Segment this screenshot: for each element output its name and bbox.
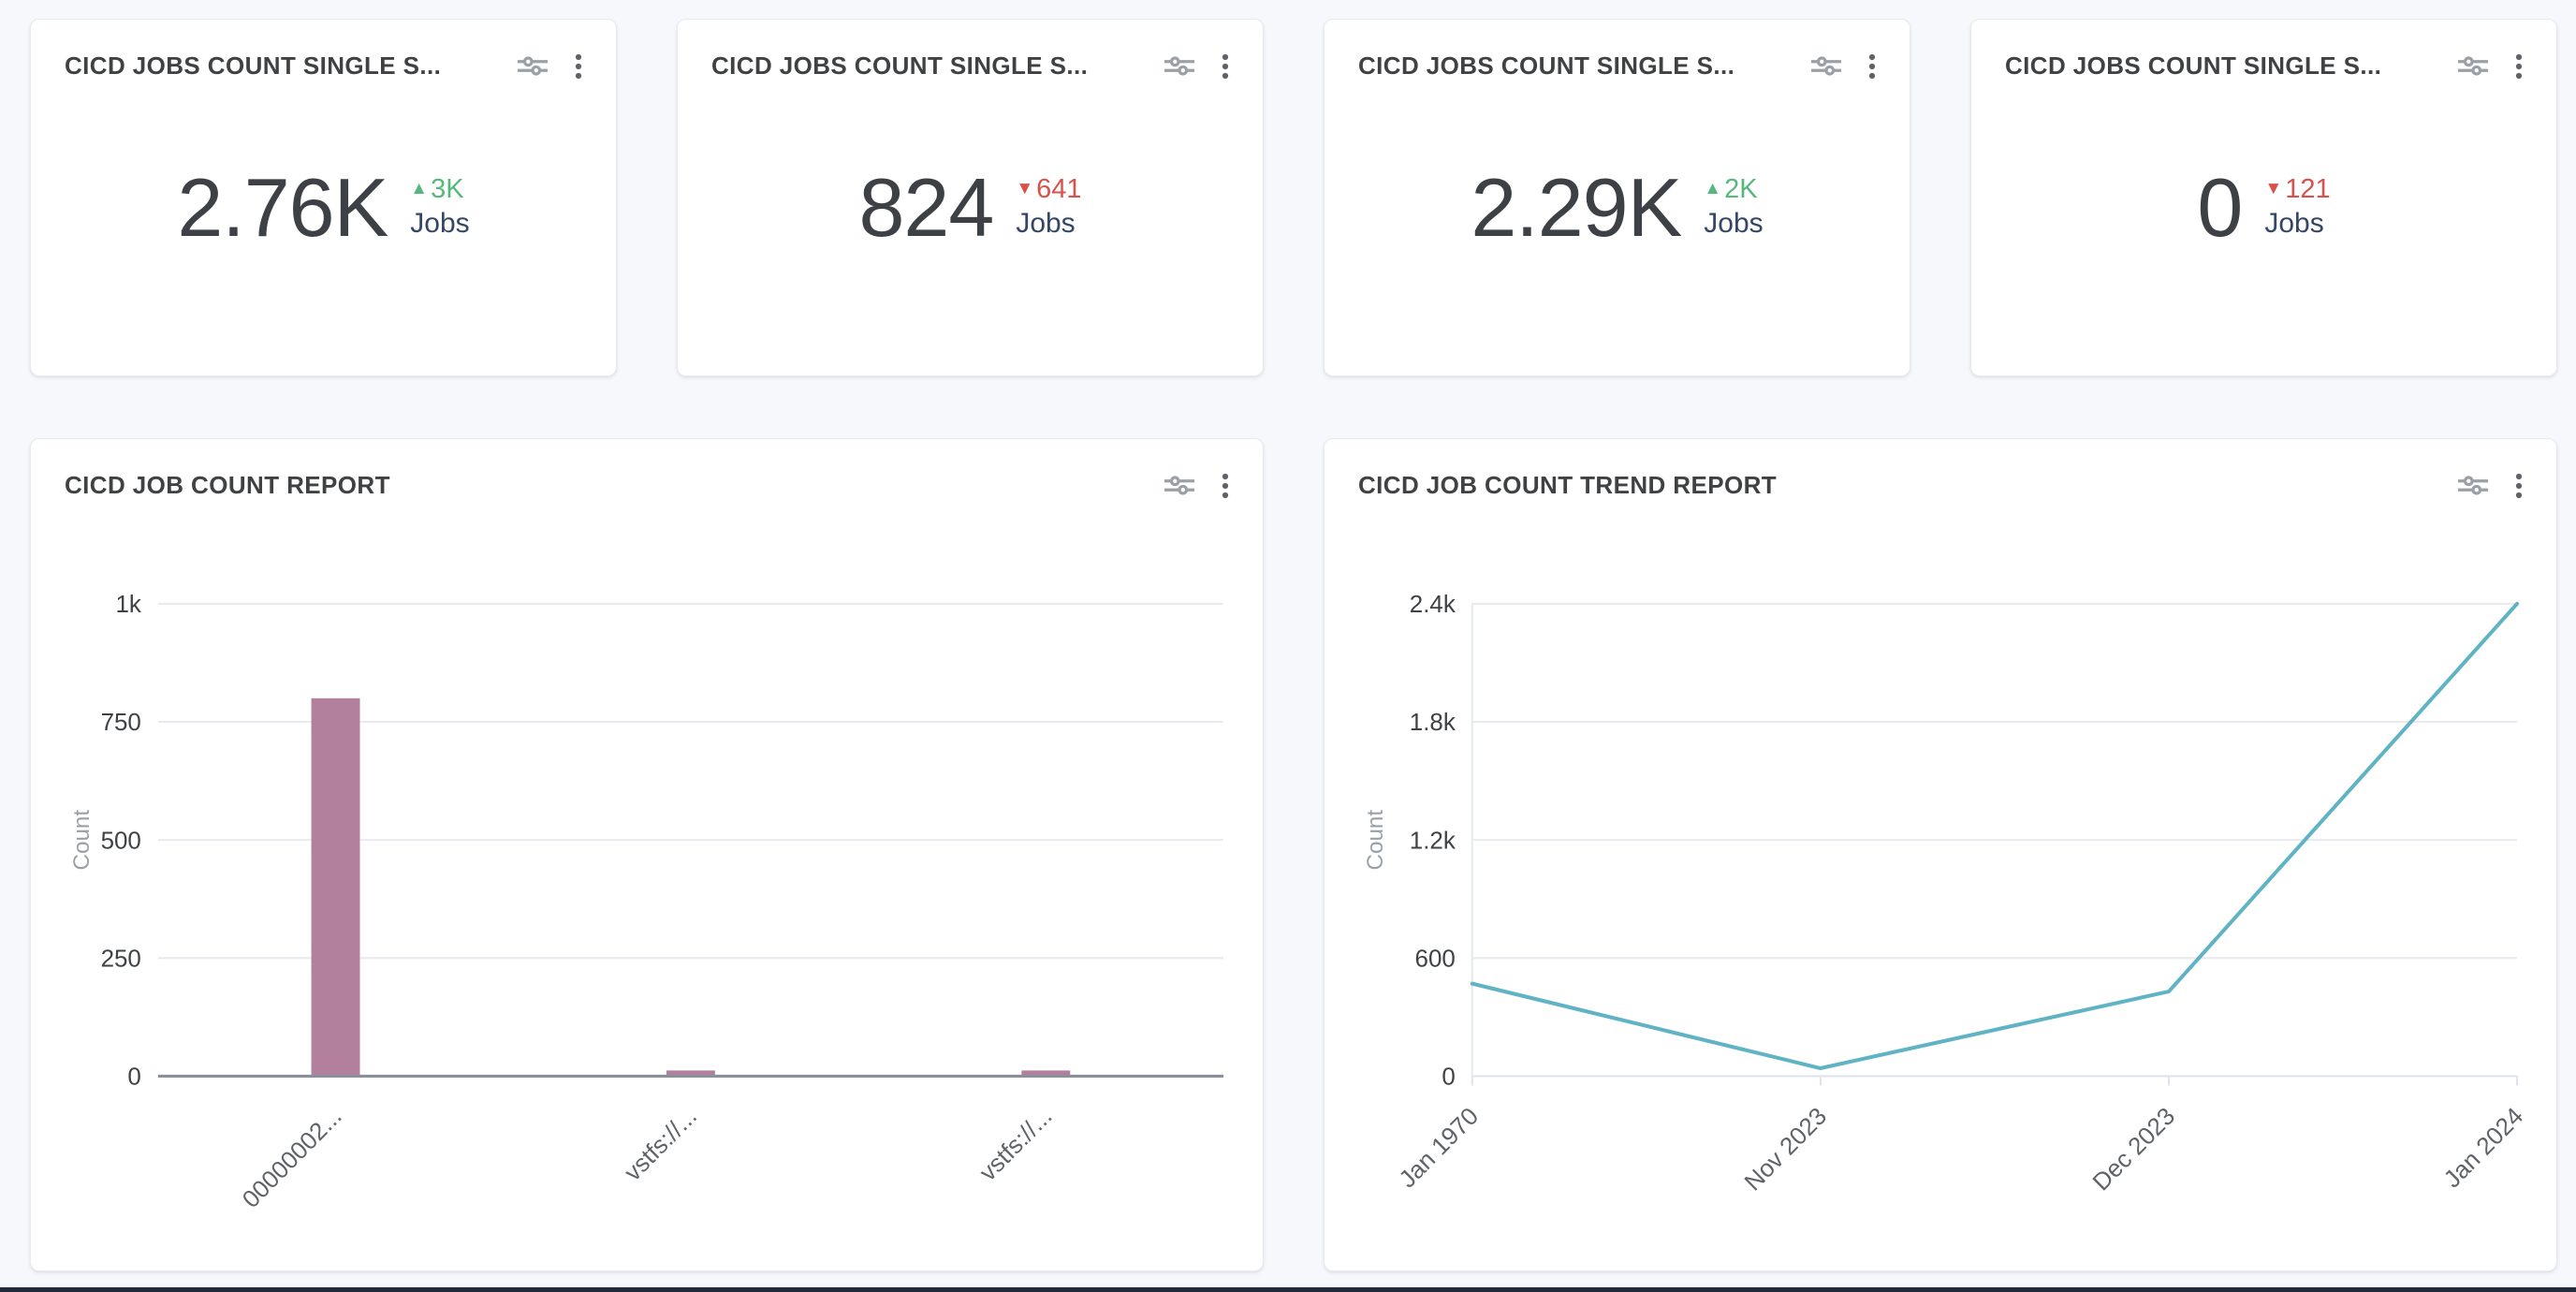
kpi-row: CICD JOBS COUNT SINGLE S... 2.76K ▲3K Jo… <box>30 19 2557 376</box>
kpi-value: 2.76K <box>177 167 388 249</box>
trend-arrow-icon: ▼ <box>2264 180 2282 198</box>
chart-title: CICD JOB COUNT TREND REPORT <box>1358 471 2440 500</box>
kpi-card-title: CICD JOBS COUNT SINGLE S... <box>2005 51 2440 81</box>
svg-text:1.2k: 1.2k <box>1410 826 1456 854</box>
kpi-value: 2.29K <box>1471 167 1681 249</box>
line-chart: 0 600 1.2k 1.8k 2.4k Count Jan 1970 Nov 2023 Dec… <box>1358 509 2523 1239</box>
bar-chart-card: CICD JOB COUNT REPORT 02505007501kCount0… <box>30 438 1264 1271</box>
card-actions <box>1810 53 1876 80</box>
card-actions <box>517 53 582 80</box>
tune-icon[interactable] <box>2457 475 2489 496</box>
kpi-card-title: CICD JOBS COUNT SINGLE S... <box>1358 51 1793 81</box>
svg-text:Dec 2023: Dec 2023 <box>2087 1102 2181 1197</box>
svg-text:vstfs://...: vstfs://... <box>973 1102 1057 1186</box>
kpi-side: ▼641 Jobs <box>1016 176 1081 239</box>
svg-text:250: 250 <box>101 944 141 972</box>
svg-text:Jan 1970: Jan 1970 <box>1393 1102 1484 1194</box>
card-actions <box>2457 473 2523 499</box>
card-header: CICD JOB COUNT REPORT <box>65 471 1229 500</box>
kpi-card-3: CICD JOBS COUNT SINGLE S... 2.29K ▲2K Jo… <box>1324 19 1910 376</box>
card-actions <box>2457 53 2523 80</box>
kpi-unit: Jobs <box>1704 208 1763 239</box>
tune-icon[interactable] <box>2457 55 2489 77</box>
svg-text:1.8k: 1.8k <box>1410 708 1456 736</box>
kpi-body: 2.76K ▲3K Jobs <box>65 81 582 344</box>
tune-icon[interactable] <box>1164 475 1195 496</box>
kpi-value: 0 <box>2197 167 2242 249</box>
kpi-delta-value: 3K <box>431 176 463 203</box>
svg-text:2.4k: 2.4k <box>1410 590 1456 618</box>
kpi-body: 824 ▼641 Jobs <box>711 81 1229 344</box>
card-actions <box>1164 53 1229 80</box>
more-vertical-icon[interactable] <box>575 53 582 80</box>
kpi-delta: ▼121 <box>2264 176 2330 203</box>
card-header: CICD JOBS COUNT SINGLE S... <box>65 51 582 81</box>
svg-text:Nov 2023: Nov 2023 <box>1738 1102 1832 1197</box>
trend-arrow-icon: ▲ <box>1704 180 1721 198</box>
more-vertical-icon[interactable] <box>1222 473 1229 499</box>
svg-text:0: 0 <box>127 1062 140 1090</box>
tune-icon[interactable] <box>1164 55 1195 77</box>
kpi-card-1: CICD JOBS COUNT SINGLE S... 2.76K ▲3K Jo… <box>30 19 617 376</box>
kpi-delta-value: 121 <box>2285 176 2330 203</box>
tune-icon[interactable] <box>1810 55 1842 77</box>
kpi-delta: ▲2K <box>1704 176 1757 203</box>
kpi-value: 824 <box>858 167 993 249</box>
svg-text:600: 600 <box>1415 944 1456 972</box>
kpi-body: 2.29K ▲2K Jobs <box>1358 81 1876 344</box>
kpi-unit: Jobs <box>2264 208 2323 239</box>
svg-text:750: 750 <box>101 708 141 736</box>
kpi-side: ▲2K Jobs <box>1704 176 1763 239</box>
kpi-delta: ▲3K <box>410 176 463 203</box>
svg-text:0: 0 <box>1442 1062 1455 1090</box>
kpi-side: ▼121 Jobs <box>2264 176 2330 239</box>
svg-text:00000002...: 00000002... <box>237 1102 347 1213</box>
more-vertical-icon[interactable] <box>2515 473 2523 499</box>
more-vertical-icon[interactable] <box>1868 53 1876 80</box>
svg-text:Count: Count <box>1363 810 1388 871</box>
dashboard: CICD JOBS COUNT SINGLE S... 2.76K ▲3K Jo… <box>0 0 2576 1271</box>
svg-text:1k: 1k <box>115 590 141 618</box>
kpi-card-4: CICD JOBS COUNT SINGLE S... 0 ▼121 Jobs <box>1970 19 2557 376</box>
kpi-body: 0 ▼121 Jobs <box>2005 81 2523 344</box>
card-header: CICD JOBS COUNT SINGLE S... <box>711 51 1229 81</box>
card-actions <box>1164 473 1229 499</box>
more-vertical-icon[interactable] <box>2515 53 2523 80</box>
line-chart-card: CICD JOB COUNT TREND REPORT 0 600 1.2k 1.8k… <box>1324 438 2557 1271</box>
trend-arrow-icon: ▼ <box>1016 180 1033 198</box>
card-header: CICD JOBS COUNT SINGLE S... <box>2005 51 2523 81</box>
kpi-unit: Jobs <box>410 208 469 239</box>
kpi-delta-value: 2K <box>1724 176 1757 203</box>
kpi-side: ▲3K Jobs <box>410 176 469 239</box>
kpi-card-2: CICD JOBS COUNT SINGLE S... 824 ▼641 Job… <box>677 19 1264 376</box>
kpi-unit: Jobs <box>1016 208 1075 239</box>
kpi-card-title: CICD JOBS COUNT SINGLE S... <box>65 51 500 81</box>
more-vertical-icon[interactable] <box>1222 53 1229 80</box>
chart-title: CICD JOB COUNT REPORT <box>65 471 1147 500</box>
card-header: CICD JOB COUNT TREND REPORT <box>1358 471 2523 500</box>
card-header: CICD JOBS COUNT SINGLE S... <box>1358 51 1876 81</box>
bottom-edge-bar <box>0 1287 2576 1292</box>
kpi-card-title: CICD JOBS COUNT SINGLE S... <box>711 51 1147 81</box>
svg-text:Jan 2024: Jan 2024 <box>2438 1102 2523 1194</box>
svg-text:vstfs://...: vstfs://... <box>619 1102 702 1186</box>
charts-row: CICD JOB COUNT REPORT 02505007501kCount0… <box>30 438 2557 1271</box>
trend-arrow-icon: ▲ <box>410 180 428 198</box>
tune-icon[interactable] <box>517 55 549 77</box>
kpi-delta-value: 641 <box>1036 176 1081 203</box>
svg-text:500: 500 <box>101 826 141 854</box>
bar-chart: 0 250 500 750 1k Count 00000002... vstfs://... v… <box>65 509 1229 1239</box>
kpi-delta: ▼641 <box>1016 176 1081 203</box>
svg-text:Count: Count <box>69 810 95 871</box>
